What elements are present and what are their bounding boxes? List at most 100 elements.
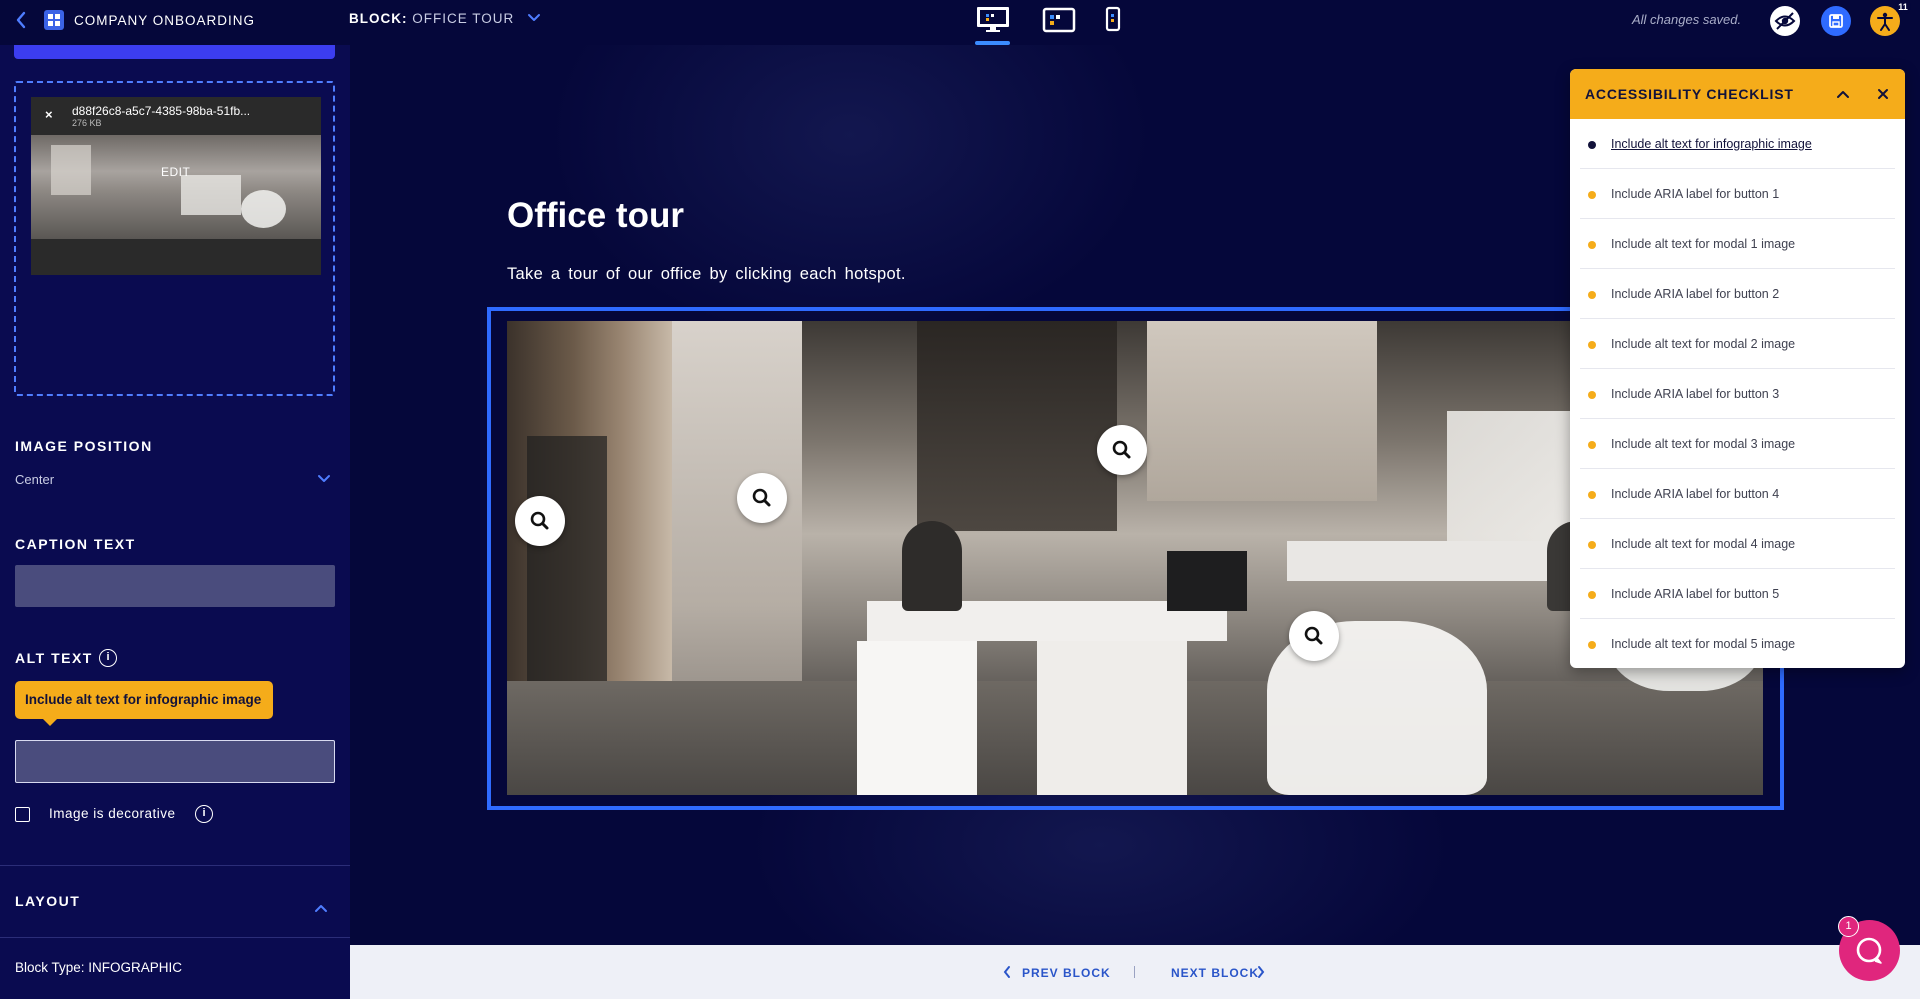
chevron-up-icon bbox=[1837, 91, 1849, 98]
info-icon[interactable]: i bbox=[99, 649, 117, 667]
chevron-right-icon bbox=[1258, 966, 1265, 978]
search-icon bbox=[530, 511, 549, 530]
collapse-checklist-button[interactable] bbox=[1835, 86, 1851, 102]
tooltip-arrow bbox=[42, 718, 58, 726]
search-icon bbox=[752, 488, 771, 507]
checklist-item[interactable]: Include alt text for modal 1 image bbox=[1580, 219, 1895, 269]
hotspot-2[interactable] bbox=[737, 473, 787, 523]
next-block-button[interactable]: NEXT BLOCK bbox=[1171, 966, 1259, 980]
checklist-item-text: Include alt text for modal 4 image bbox=[1611, 537, 1796, 551]
image-dropzone[interactable]: × d88f26c8-a5c7-4385-98ba-51fb... 276 KB… bbox=[14, 81, 335, 396]
tablet-view-button[interactable] bbox=[1040, 5, 1076, 33]
save-status: All changes saved. bbox=[1632, 12, 1742, 27]
divider bbox=[0, 865, 350, 866]
hotspot-4[interactable] bbox=[1289, 611, 1339, 661]
remove-image-button[interactable]: × bbox=[45, 107, 53, 122]
checklist-item[interactable]: Include alt text for modal 3 image bbox=[1580, 419, 1895, 469]
save-button[interactable] bbox=[1821, 6, 1851, 36]
checklist-item-text: Include alt text for modal 1 image bbox=[1611, 237, 1796, 251]
alt-text-tooltip: Include alt text for infographic image bbox=[15, 681, 273, 719]
back-button[interactable] bbox=[14, 10, 28, 30]
checklist-item-text: Include ARIA label for button 3 bbox=[1611, 387, 1780, 401]
status-dot bbox=[1588, 441, 1596, 449]
chat-notification-badge: 1 bbox=[1838, 916, 1859, 937]
upload-button[interactable] bbox=[14, 45, 335, 59]
checklist-item[interactable]: Include alt text for modal 2 image bbox=[1580, 319, 1895, 369]
close-icon bbox=[1878, 89, 1888, 99]
block-selector[interactable]: BLOCK: OFFICE TOUR bbox=[349, 11, 514, 26]
hotspot-1[interactable] bbox=[515, 496, 565, 546]
alt-text-label: ALT TEXT bbox=[15, 650, 93, 666]
block-dropdown-button[interactable] bbox=[526, 9, 542, 25]
checklist-title: ACCESSIBILITY CHECKLIST bbox=[1585, 86, 1794, 102]
block-prefix: BLOCK: bbox=[349, 11, 408, 26]
close-checklist-button[interactable] bbox=[1875, 86, 1891, 102]
divider bbox=[0, 937, 350, 938]
checklist-item[interactable]: Include ARIA label for button 5 bbox=[1580, 569, 1895, 619]
status-dot bbox=[1588, 491, 1596, 499]
status-dot bbox=[1588, 641, 1596, 649]
edit-image-button[interactable]: EDIT bbox=[161, 165, 190, 179]
chevron-down-icon bbox=[318, 475, 330, 482]
status-dot bbox=[1588, 341, 1596, 349]
block-navigation: PREV BLOCK NEXT BLOCK bbox=[350, 945, 1920, 999]
desktop-view-button[interactable] bbox=[975, 5, 1011, 33]
checklist-item-text: Include ARIA label for button 4 bbox=[1611, 487, 1780, 501]
checklist-item[interactable]: Include alt text for infographic image bbox=[1580, 119, 1895, 169]
layout-collapse-button[interactable] bbox=[313, 901, 329, 913]
preview-button[interactable] bbox=[1770, 6, 1800, 36]
decorative-checkbox[interactable] bbox=[15, 807, 30, 822]
caption-text-input[interactable] bbox=[15, 565, 335, 607]
status-dot bbox=[1588, 591, 1596, 599]
block-heading[interactable]: Office tour bbox=[507, 196, 684, 236]
checklist-item[interactable]: Include ARIA label for button 2 bbox=[1580, 269, 1895, 319]
block-name: OFFICE TOUR bbox=[412, 11, 515, 26]
checklist-item[interactable]: Include ARIA label for button 4 bbox=[1580, 469, 1895, 519]
checklist-item[interactable]: Include alt text for modal 4 image bbox=[1580, 519, 1895, 569]
prev-block-button[interactable]: PREV BLOCK bbox=[1022, 966, 1111, 980]
chevron-up-icon bbox=[315, 905, 327, 912]
checklist-items: Include alt text for infographic image I… bbox=[1580, 119, 1895, 668]
status-dot bbox=[1588, 291, 1596, 299]
image-position-dropdown[interactable] bbox=[316, 472, 332, 484]
background-glow bbox=[550, 45, 1150, 345]
chevron-left-icon bbox=[16, 11, 26, 29]
image-thumbnail bbox=[31, 135, 321, 239]
nav-separator bbox=[1134, 966, 1135, 978]
chevron-down-icon bbox=[528, 14, 540, 21]
image-position-select[interactable]: Center bbox=[15, 472, 54, 487]
checklist-item-text: Include alt text for modal 2 image bbox=[1611, 337, 1796, 351]
grid-icon bbox=[44, 10, 64, 30]
checklist-item-text: Include ARIA label for button 5 bbox=[1611, 587, 1780, 601]
tablet-icon bbox=[1042, 7, 1076, 33]
file-name: d88f26c8-a5c7-4385-98ba-51fb... bbox=[72, 104, 251, 118]
status-dot bbox=[1588, 541, 1596, 549]
status-dot bbox=[1588, 141, 1596, 149]
status-dot bbox=[1588, 241, 1596, 249]
hotspot-3[interactable] bbox=[1097, 425, 1147, 475]
image-thumbnail-card: × d88f26c8-a5c7-4385-98ba-51fb... 276 KB… bbox=[31, 97, 321, 275]
checklist-header: ACCESSIBILITY CHECKLIST bbox=[1570, 69, 1905, 119]
save-icon bbox=[1829, 14, 1843, 28]
alt-text-input[interactable] bbox=[15, 740, 335, 783]
checklist-item-text: Include alt text for modal 3 image bbox=[1611, 437, 1796, 451]
checklist-item[interactable]: Include ARIA label for button 3 bbox=[1580, 369, 1895, 419]
checklist-item-text: Include ARIA label for button 1 bbox=[1611, 187, 1780, 201]
status-dot bbox=[1588, 191, 1596, 199]
checklist-item-text: Include alt text for infographic image bbox=[1611, 137, 1812, 151]
block-subheading[interactable]: Take a tour of our office by clicking ea… bbox=[507, 265, 906, 284]
layout-section-toggle[interactable]: LAYOUT bbox=[15, 893, 80, 909]
file-size: 276 KB bbox=[72, 118, 102, 128]
info-icon[interactable]: i bbox=[195, 805, 213, 823]
mobile-view-button[interactable] bbox=[1095, 5, 1131, 33]
desktop-icon bbox=[977, 7, 1009, 32]
checklist-item[interactable]: Include ARIA label for button 1 bbox=[1580, 169, 1895, 219]
checklist-item[interactable]: Include alt text for modal 5 image bbox=[1580, 619, 1895, 668]
search-icon bbox=[1112, 440, 1131, 459]
block-type: Block Type: INFOGRAPHIC bbox=[15, 960, 183, 975]
decorative-label: Image is decorative bbox=[49, 806, 176, 821]
app-title: COMPANY ONBOARDING bbox=[74, 13, 256, 28]
preview-eye-icon bbox=[1774, 12, 1796, 30]
mobile-icon bbox=[1105, 6, 1121, 32]
chevron-left-icon bbox=[1003, 966, 1010, 978]
